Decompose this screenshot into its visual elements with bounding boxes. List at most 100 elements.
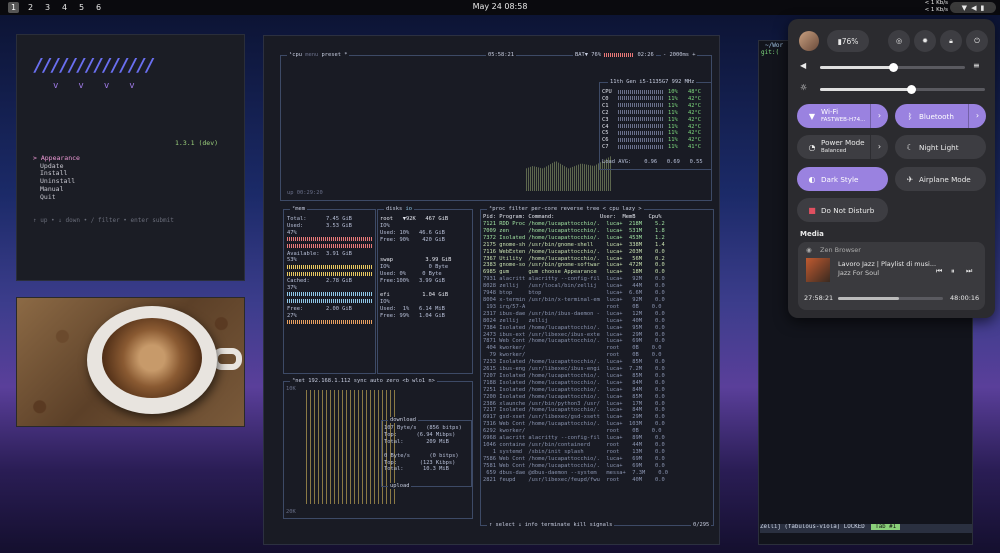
lock-button[interactable]: 🔒︎ (940, 30, 962, 52)
gear-icon: ✹ (922, 37, 928, 45)
previous-track-icon[interactable]: ⏮ (936, 267, 942, 276)
process-row[interactable]: 8004 x-termin /usr/bin/x-terminal-em luc… (483, 297, 668, 304)
menu-item-quit[interactable]: Quit (33, 193, 80, 202)
process-row[interactable]: 6292 kworker/ root 0B 0.0 (483, 428, 668, 435)
zellij-tab-1[interactable]: Tab #1 (871, 524, 901, 530)
process-row[interactable]: 659 dbus-dae @dbus-daemon --system messa… (483, 470, 668, 477)
net-auto-toggle[interactable]: auto (370, 378, 383, 384)
process-row[interactable]: 7581 Web Cont /home/lucapattocchio/. luc… (483, 463, 668, 470)
do-not-disturb-toggle[interactable]: ■ Do Not Disturb (797, 198, 888, 222)
process-row[interactable]: 7121 RDD Proc /home/lucapattocchio/. luc… (483, 221, 668, 228)
process-row[interactable]: 7586 Web Cont /home/lucapattocchio/. luc… (483, 456, 668, 463)
process-row[interactable]: 7233 Isolated /home/lucapattocchio/. luc… (483, 359, 668, 366)
dark-style-toggle[interactable]: ◐ Dark Style (797, 167, 888, 191)
process-row[interactable]: 7948 btop btop luca+ 6.6M 0.0 (483, 290, 668, 297)
process-row[interactable]: 7316 Web Cont /home/lucapattocchio/. luc… (483, 421, 668, 428)
process-row[interactable]: 2615 ibus-eng /usr/libexec/ibus-engi luc… (483, 366, 668, 373)
proc-footer[interactable]: ↑ select ↓ info terminate kill signals (487, 522, 615, 528)
proc-tree-toggle[interactable]: tree (586, 206, 599, 212)
bluetooth-expand-chevron-icon[interactable]: › (968, 104, 986, 128)
process-row[interactable]: 7207 Isolated /home/lucapattocchio/. luc… (483, 373, 668, 380)
wifi-toggle[interactable]: ▼ Wi-Fi FASTWEB-H74... › (797, 104, 888, 128)
process-row[interactable]: 7251 Isolated /home/lucapattocchio/. luc… (483, 387, 668, 394)
night-light-toggle[interactable]: ☾ Night Light (895, 135, 986, 159)
media-source: Zen Browser (820, 246, 861, 254)
process-row[interactable]: 2821 feupd /usr/libexec/feupd/fwu root 4… (483, 477, 668, 484)
process-row[interactable]: 7931 alacritt alacritty --config-fil luc… (483, 276, 668, 283)
battery-icon: ▮ (980, 3, 985, 12)
menu-button[interactable]: menu (305, 52, 318, 58)
process-row[interactable]: 2317 ibus-dae /usr/bin/ibus-daemon - luc… (483, 311, 668, 318)
cpu-core-row: C2 11% 42°C (602, 109, 701, 116)
net-box: ³net 192.168.1.112 sync auto zero <b wlo… (283, 378, 473, 519)
process-row[interactable]: 8024 zellij zellij luca+ 40M 0.0 (483, 318, 668, 325)
mem-free-percent: 27% (287, 312, 297, 319)
power-button[interactable]: ⏻ (966, 30, 988, 52)
battery-button[interactable]: ▮ 76% (827, 30, 869, 52)
process-row[interactable]: 2383 gnome-so /usr/bin/gnome-softwar luc… (483, 262, 668, 269)
net-interface-selector[interactable]: <b wlo1 n> (402, 378, 434, 384)
process-row[interactable]: 6985 gum gum choose Appearance luca+ 18M… (483, 269, 668, 276)
process-row[interactable]: 7009 zen /home/lucapattocchio/. luca+ 53… (483, 228, 668, 235)
process-row[interactable]: 7871 Web Cont /home/lucapattocchio/. luc… (483, 338, 668, 345)
process-row[interactable]: 7188 Isolated /home/lucapattocchio/. luc… (483, 380, 668, 387)
proc-reverse-toggle[interactable]: reverse (560, 206, 583, 212)
disks-list: root ▼92K 467 GiB IO% Used: 10% 46.6 GiB… (380, 216, 452, 319)
settings-button[interactable]: ✹ (914, 30, 936, 52)
process-row[interactable]: 79 kworker/ root 0B 0.0 (483, 352, 668, 359)
process-row[interactable]: 7367 Utility /home/lucapattocchio/. luca… (483, 256, 668, 263)
process-row[interactable]: 7116 WebExten /home/lucapattocchio/. luc… (483, 249, 668, 256)
process-row[interactable]: 6917 gsd-xset /usr/libexec/gsd-xsett luc… (483, 414, 668, 421)
process-row[interactable]: 193 irq/57-A root 0B 0.0 (483, 304, 668, 311)
clock[interactable]: May 24 08:58 (0, 2, 1000, 11)
process-row[interactable]: 7372 Isolated /home/lucapattocchio/. luc… (483, 235, 668, 242)
power-mode-expand-chevron-icon[interactable]: › (870, 135, 888, 159)
preset-button[interactable]: preset * (321, 52, 347, 58)
next-track-icon[interactable]: ⏭ (966, 267, 972, 276)
zellij-session: Zellij (fabulous-viola) LOCKED (760, 524, 865, 530)
airplane-mode-toggle[interactable]: ✈ Airplane Mode (895, 167, 986, 191)
process-row[interactable]: 7200 Isolated /home/lucapattocchio/. luc… (483, 394, 668, 401)
track-title: Lavoro Jazz | Playlist di musi... (838, 260, 937, 268)
disk-efi: efi 1.04 GiB (380, 291, 449, 298)
process-row[interactable]: 6968 alacritt alacritty --config-fil luc… (483, 435, 668, 442)
ascii-logo-accents: vvvv (53, 81, 155, 91)
brightness-slider[interactable] (820, 85, 985, 94)
proc-filter[interactable]: filter (508, 206, 527, 212)
screenshot-icon: ◎ (895, 37, 903, 45)
process-row[interactable]: 404 kworker/ root 0B 0.0 (483, 345, 668, 352)
process-row[interactable]: 1 systemd /sbin/init splash root 13M 0.0 (483, 449, 668, 456)
process-row[interactable]: 2175 gnome-sh /usr/bin/gnome-shell luca+… (483, 242, 668, 249)
proc-sort-selector[interactable]: < cpu lazy > (603, 206, 642, 212)
update-interval[interactable]: - 2000ms + (661, 52, 698, 58)
proc-per-core-toggle[interactable]: per-core (531, 206, 557, 212)
avatar[interactable] (799, 31, 819, 51)
system-tray[interactable]: ▼ ◀ ▮ (950, 2, 996, 13)
audio-output-menu-icon[interactable]: ≡ (973, 61, 980, 70)
process-row[interactable]: 2473 ibus-ext /usr/libexec/ibus-exte luc… (483, 332, 668, 339)
track-artist: Jazz For Soul (838, 269, 880, 277)
process-row[interactable]: 1046 containe /usr/bin/containerd root 4… (483, 442, 668, 449)
screenshot-button[interactable]: ◎ (888, 30, 910, 52)
mem-cached-percent: 37% (287, 285, 297, 292)
net-sync-toggle[interactable]: sync (354, 378, 367, 384)
wifi-label: Wi-Fi (821, 107, 839, 116)
volume-slider[interactable] (820, 63, 965, 72)
cpu-box-title: ¹cpu menu preset * (287, 52, 350, 58)
net-zero-toggle[interactable]: zero (386, 378, 399, 384)
power-mode-icon: ◔ (808, 142, 816, 152)
bluetooth-toggle[interactable]: ᛒ Bluetooth › (895, 104, 986, 128)
pause-icon[interactable]: ⏸ (951, 267, 955, 276)
media-progress-bar[interactable] (838, 297, 943, 300)
album-art (806, 258, 830, 282)
process-row[interactable]: 8028 zellij /usr/local/bin/zellij luca+ … (483, 283, 668, 290)
power-mode-toggle[interactable]: ◔ Power Mode Balanced › (797, 135, 888, 159)
wifi-expand-chevron-icon[interactable]: › (870, 104, 888, 128)
cpu-core-row: C3 11% 42°C (602, 116, 701, 123)
process-row[interactable]: 2386 xlaunche /usr/bin/python3 /usr/ luc… (483, 401, 668, 408)
gum-menu-list: > Appearance Update Install Uninstall Ma… (33, 154, 80, 202)
process-row[interactable]: 7217 Isolated /home/lucapattocchio/. luc… (483, 407, 668, 414)
process-row[interactable]: 7384 Isolated /home/lucapattocchio/. luc… (483, 325, 668, 332)
net-box-title: ³net 192.168.1.112 sync auto zero <b wlo… (290, 378, 437, 384)
battery-status: BAT▼ 76% 02:26 (573, 52, 656, 58)
